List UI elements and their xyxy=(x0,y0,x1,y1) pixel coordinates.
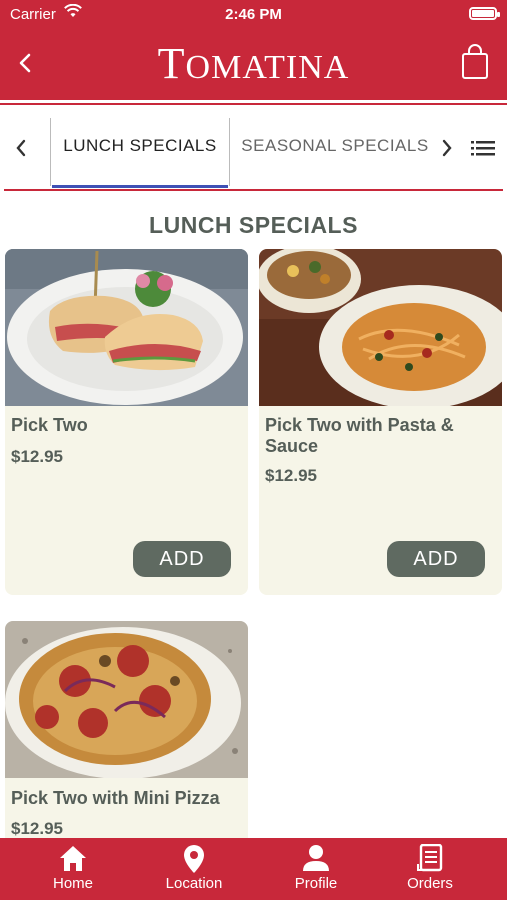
shopping-bag-icon xyxy=(462,44,488,79)
nav-orders-label: Orders xyxy=(407,875,453,892)
menu-item-name: Pick Two xyxy=(11,415,88,435)
menu-item-name: Pick Two with Pasta & Sauce xyxy=(265,415,454,456)
clock-time: 2:46 PM xyxy=(225,6,282,23)
menu-item-price: $12.95 xyxy=(11,819,63,838)
sandwich-photo xyxy=(5,249,248,406)
menu-item-card[interactable]: Pick Two with Pasta & Sauce $12.95 ADD xyxy=(259,249,502,595)
nav-home[interactable]: Home xyxy=(10,838,136,900)
add-button[interactable]: ADD xyxy=(387,541,485,577)
pizza-photo xyxy=(5,621,248,778)
nav-home-label: Home xyxy=(52,875,93,892)
chevron-left-icon xyxy=(16,139,26,157)
section-title: LUNCH SPECIALS xyxy=(149,212,358,238)
tab-lunch-specials[interactable]: LUNCH SPECIALS xyxy=(52,136,228,156)
profile-icon xyxy=(302,844,330,877)
battery-icon xyxy=(469,7,500,20)
cart-button[interactable] xyxy=(461,44,489,80)
chevron-right-icon xyxy=(442,139,452,157)
menu-item-price: $12.95 xyxy=(11,447,63,466)
location-pin-icon xyxy=(182,844,206,879)
status-bar: Carrier 2:46 PM xyxy=(0,0,507,28)
category-divider-line xyxy=(4,189,503,191)
category-list-button[interactable] xyxy=(468,136,498,160)
header-divider xyxy=(0,103,507,105)
add-button[interactable]: ADD xyxy=(133,541,231,577)
home-icon xyxy=(58,844,88,877)
active-tab-indicator xyxy=(52,185,228,188)
menu-item-card[interactable]: Pick Two $12.95 ADD xyxy=(5,249,248,595)
category-bar: LUNCH SPECIALS SEASONAL SPECIALS xyxy=(0,108,507,188)
menu-item-name: Pick Two with Mini Pizza xyxy=(11,788,220,808)
tab-seasonal-specials[interactable]: SEASONAL SPECIALS xyxy=(232,136,438,156)
category-prev-button[interactable] xyxy=(8,134,34,162)
menu-item-card[interactable]: Pick Two with Mini Pizza $12.95 xyxy=(5,621,248,861)
app-header: Carrier 2:46 PM TOMATINA xyxy=(0,0,507,100)
category-divider xyxy=(229,118,230,186)
orders-icon xyxy=(417,843,443,877)
category-next-button[interactable] xyxy=(434,134,460,162)
nav-orders[interactable]: Orders xyxy=(367,838,493,900)
brand-logo: TOMATINA xyxy=(157,39,350,88)
menu-item-price: $12.95 xyxy=(265,466,317,485)
bottom-nav: Home Location Profile Orders xyxy=(0,838,507,900)
pasta-photo xyxy=(259,249,502,406)
nav-location-label: Location xyxy=(165,875,223,892)
nav-location[interactable]: Location xyxy=(131,838,257,900)
category-divider xyxy=(50,118,51,186)
list-icon xyxy=(471,141,495,156)
nav-profile[interactable]: Profile xyxy=(253,838,379,900)
nav-profile-label: Profile xyxy=(294,875,338,892)
